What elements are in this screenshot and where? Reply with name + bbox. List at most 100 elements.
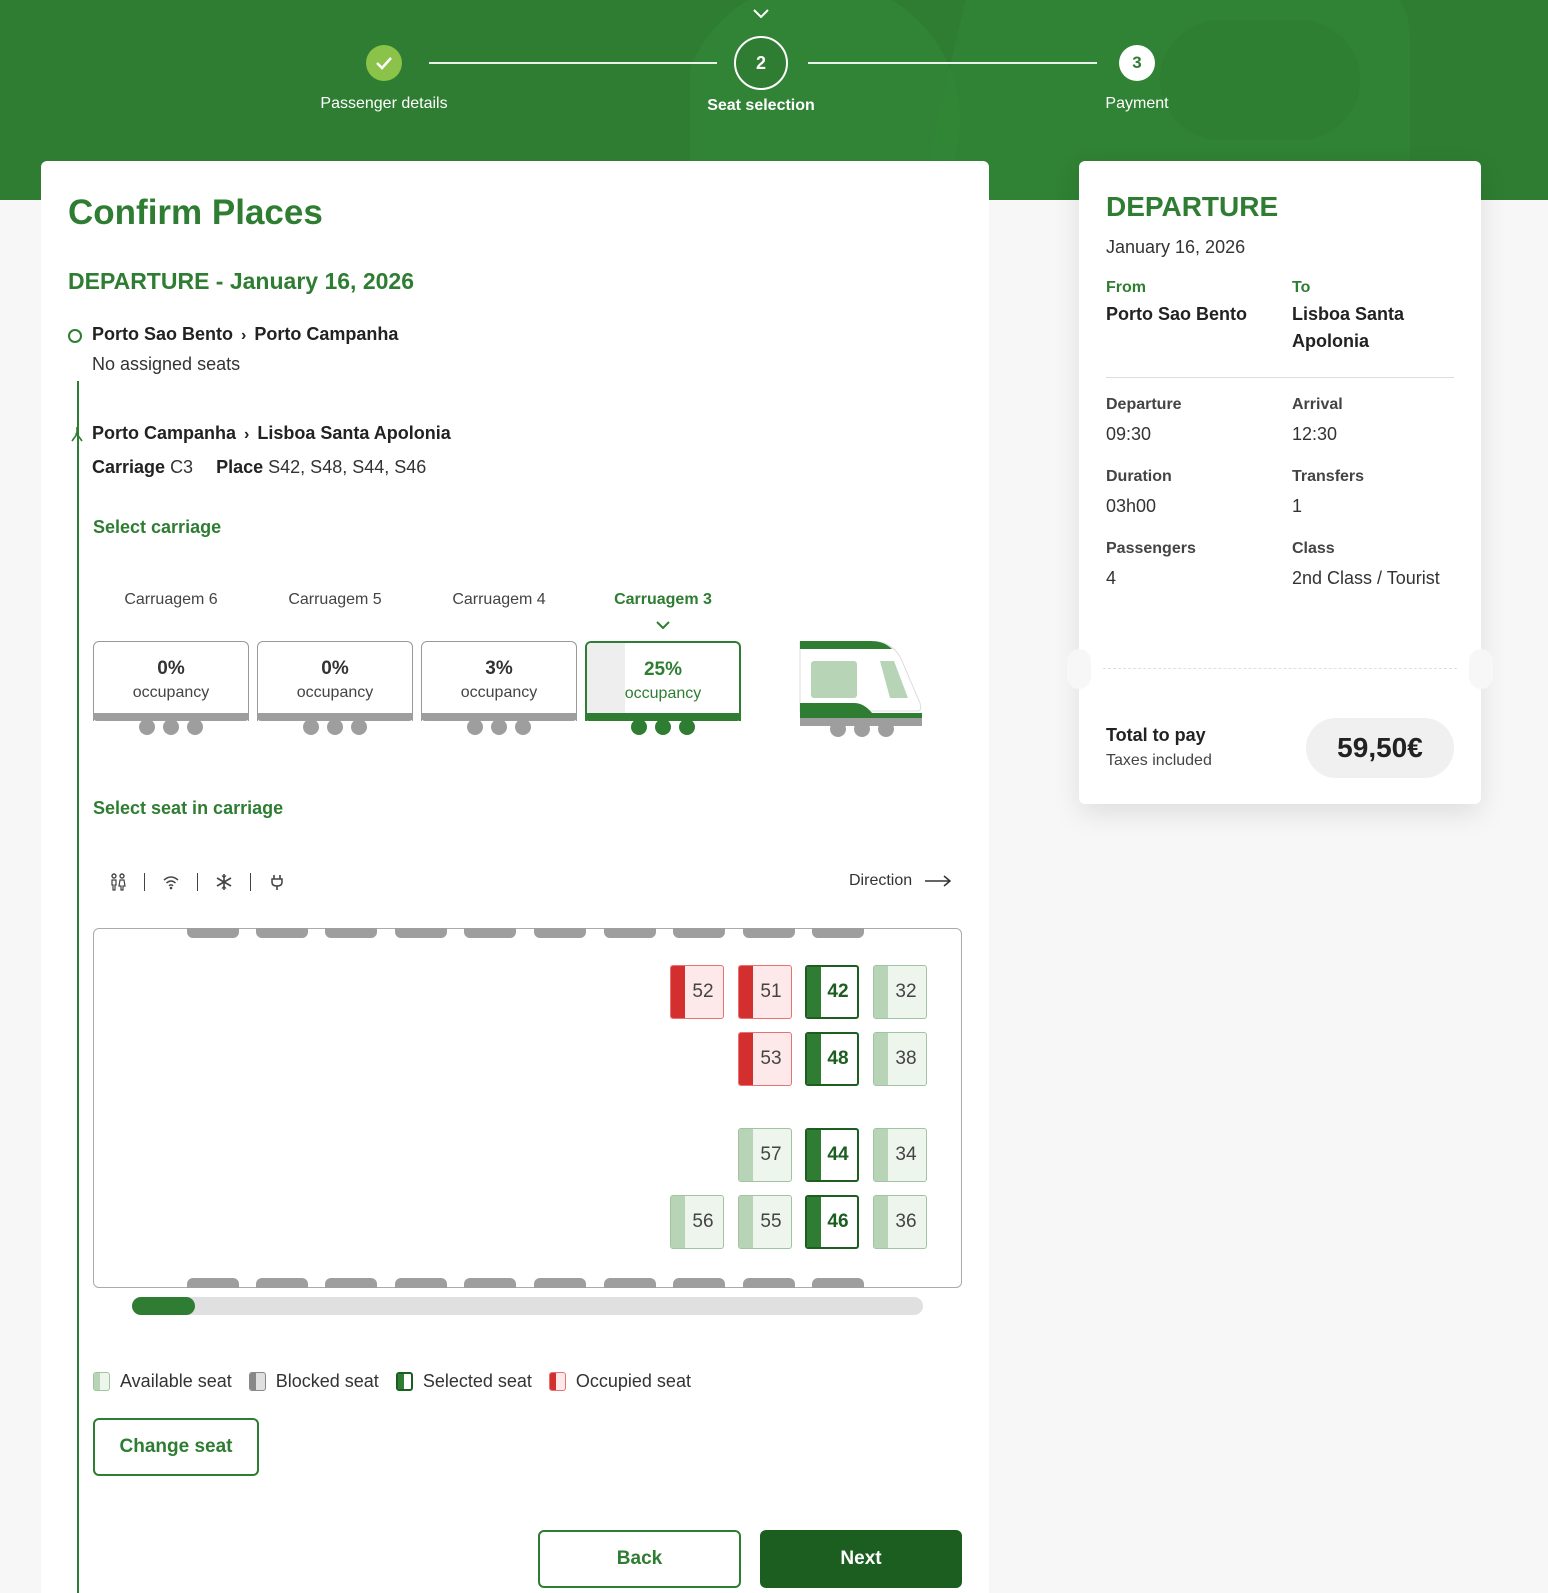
step-payment[interactable]: 3 Payment <box>1037 45 1237 113</box>
duration-label: Duration <box>1106 468 1172 485</box>
seat-selected[interactable]: 46 <box>805 1195 859 1249</box>
seat-available[interactable]: 55 <box>738 1195 792 1249</box>
summary-title: DEPARTURE <box>1106 191 1279 222</box>
chevron-down-icon[interactable] <box>752 8 770 20</box>
seat-available[interactable]: 32 <box>873 965 927 1019</box>
taxes-note: Taxes included <box>1106 752 1212 769</box>
to-label: To <box>1292 279 1311 296</box>
available-seat-swatch <box>93 1372 110 1391</box>
seat-legend: Available seat Blocked seat Selected sea… <box>93 1371 708 1392</box>
seat-selected[interactable]: 48 <box>805 1032 859 1086</box>
route-line <box>77 453 79 1593</box>
seat-available[interactable]: 38 <box>873 1032 927 1086</box>
place-value: S42, S48, S44, S46 <box>268 457 427 477</box>
window <box>812 928 864 938</box>
summary-date: January 16, 2026 <box>1106 237 1246 257</box>
occupancy-label: occupancy <box>460 684 538 701</box>
legend-label: Blocked seat <box>275 1371 379 1391</box>
seat-available[interactable]: 36 <box>873 1195 927 1249</box>
seat-number: 44 <box>827 1144 849 1165</box>
back-button[interactable]: Back <box>538 1530 741 1588</box>
window <box>464 928 516 938</box>
carriage-option[interactable]: Carruagem 4 3% occupancy <box>421 591 577 735</box>
seat-occupied: 51 <box>738 965 792 1019</box>
class-label: Class <box>1292 540 1335 557</box>
divider <box>1106 377 1454 378</box>
from-label: From <box>1106 279 1146 296</box>
to-station: Lisboa Santa Apolonia <box>1292 304 1405 351</box>
seat-number: 38 <box>895 1048 917 1069</box>
step-seat-selection[interactable]: 2 Seat selection <box>661 36 861 115</box>
chevron-down-icon <box>656 621 670 630</box>
carriage-option[interactable]: Carruagem 6 0% occupancy <box>93 591 249 735</box>
wifi-icon <box>162 873 180 891</box>
carriage-occupancy-box: 0% occupancy <box>93 641 249 721</box>
window <box>673 928 725 938</box>
segment-from: Porto Sao Bento <box>92 324 234 344</box>
step-passenger-details[interactable]: Passenger details <box>284 45 484 113</box>
carriage-option-selected[interactable]: Carruagem 3 25% occupancy <box>585 591 741 735</box>
occupancy-label: occupancy <box>296 684 374 701</box>
step-label: Passenger details <box>320 95 448 112</box>
seat-number: 42 <box>827 981 849 1002</box>
direction-label: Direction <box>849 872 913 889</box>
seat-number: 56 <box>692 1211 714 1232</box>
occupancy-percent: 3% <box>485 658 513 679</box>
window <box>604 928 656 938</box>
seat-selected[interactable]: 42 <box>805 965 859 1019</box>
window <box>743 1278 795 1288</box>
occupancy-percent: 0% <box>321 658 349 679</box>
seat-map: 52 51 42 32 53 48 38 57 44 34 56 55 46 3… <box>93 928 962 1288</box>
transfers-value: 1 <box>1292 496 1303 516</box>
seat-selected[interactable]: 44 <box>805 1128 859 1182</box>
carriage-name: Carruagem 3 <box>614 591 712 608</box>
occupancy-fill <box>587 643 625 721</box>
segment-seat-note: No assigned seats <box>92 354 241 374</box>
progress-stepper: Passenger details 2 Seat selection 3 Pay… <box>0 0 1548 130</box>
seat-number: 32 <box>895 981 917 1002</box>
legend-label: Selected seat <box>422 1371 532 1391</box>
change-seat-button[interactable]: Change seat <box>93 1418 259 1476</box>
select-seat-heading: Select seat in carriage <box>93 798 284 818</box>
seat-map-scrollbar[interactable] <box>132 1297 923 1315</box>
segment-from: Porto Campanha <box>92 423 237 443</box>
carriage-value: C3 <box>170 457 194 477</box>
occupancy-label: occupancy <box>624 685 702 702</box>
seat-number: 34 <box>895 1144 917 1165</box>
occupancy-percent: 0% <box>157 658 185 679</box>
origin-circle-icon <box>68 329 82 343</box>
carriage-name: Carruagem 6 <box>124 591 218 608</box>
seat-available[interactable]: 57 <box>738 1128 792 1182</box>
ticket-perforation <box>1103 668 1457 669</box>
step-number: 2 <box>734 36 788 90</box>
duration-value: 03h00 <box>1106 496 1157 516</box>
seat-available[interactable]: 34 <box>873 1128 927 1182</box>
scrollbar-thumb[interactable] <box>132 1297 195 1315</box>
selected-seat-swatch <box>395 1372 413 1391</box>
carriage-occupancy-box: 25% occupancy <box>585 641 741 721</box>
class-value: 2nd Class / Tourist <box>1292 568 1440 588</box>
next-button[interactable]: Next <box>760 1530 962 1588</box>
departure-heading: DEPARTURE - January 16, 2026 <box>68 268 414 294</box>
select-carriage-heading: Select carriage <box>93 517 222 537</box>
page-title: Confirm Places <box>68 193 323 232</box>
legend-label: Occupied seat <box>575 1371 691 1391</box>
seat-number: 53 <box>760 1048 782 1069</box>
carriage-option[interactable]: Carruagem 5 0% occupancy <box>257 591 413 735</box>
segment-to: Lisboa Santa Apolonia <box>257 423 451 443</box>
confirm-places-card: Confirm Places DEPARTURE - January 16, 2… <box>41 161 989 1593</box>
legend-selected: Selected seat <box>395 1371 532 1392</box>
ticket-notch <box>1067 649 1091 689</box>
window <box>604 1278 656 1288</box>
seat-available[interactable]: 56 <box>670 1195 724 1249</box>
seat-number: 57 <box>760 1144 782 1165</box>
window <box>534 928 586 938</box>
legend-occupied: Occupied seat <box>548 1371 691 1392</box>
legend-blocked: Blocked seat <box>248 1371 379 1392</box>
window <box>534 1278 586 1288</box>
legend-label: Available seat <box>120 1371 232 1391</box>
arrow-right-icon <box>925 875 952 887</box>
place-label: Place <box>216 457 264 477</box>
trip-summary-card: DEPARTURE January 16, 2026 From To Porto… <box>1067 161 1493 804</box>
amenities-bar <box>109 871 286 893</box>
